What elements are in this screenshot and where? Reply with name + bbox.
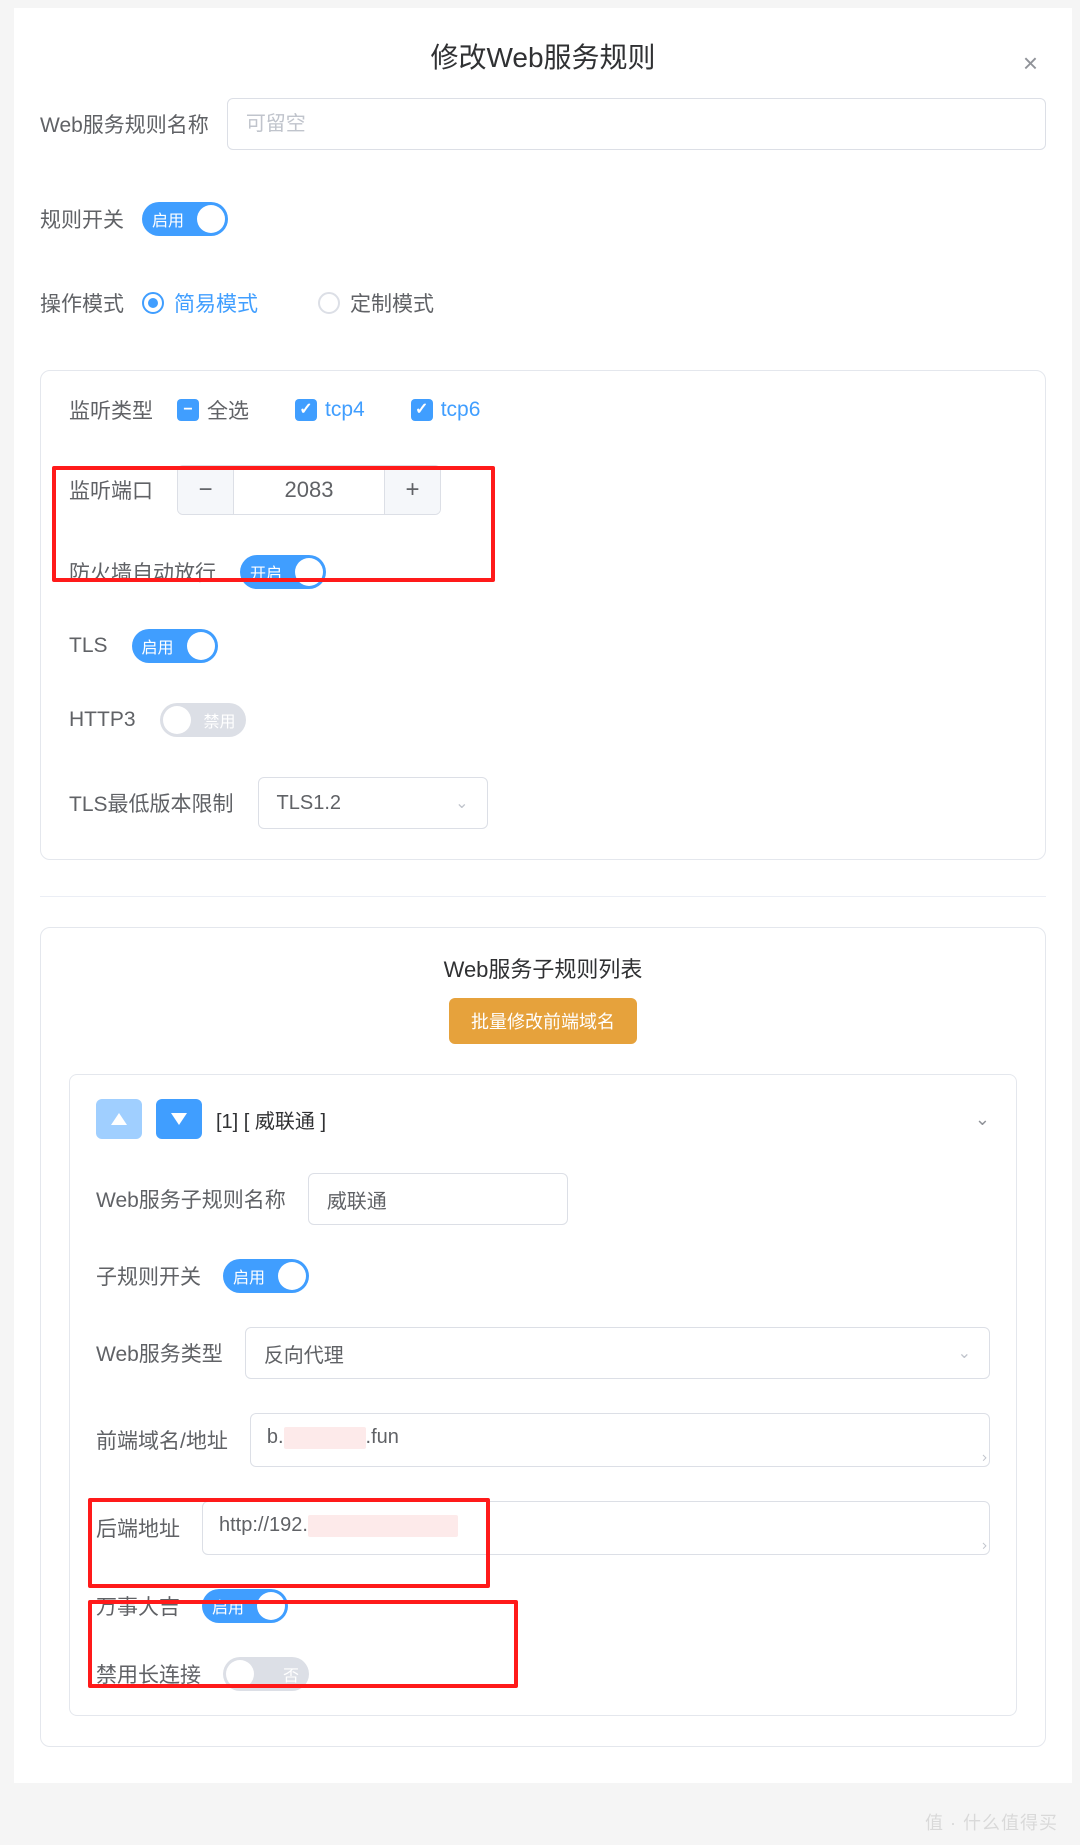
watermark: 值 · 什么值得买 — [925, 1809, 1058, 1835]
all-good-toggle[interactable]: 启用 — [202, 1589, 288, 1623]
listen-type-row: 监听类型 全选 tcp4 tcp6 — [69, 395, 1017, 425]
sub-rule-panel: Web服务子规则列表 批量修改前端域名 [1] [ 威联通 ] ⌄ Web服务子… — [40, 927, 1046, 1747]
rule-name-label: Web服务规则名称 — [40, 109, 209, 139]
redaction — [284, 1427, 366, 1449]
port-decrement-button[interactable]: − — [178, 466, 234, 514]
http3-label: HTTP3 — [69, 708, 136, 732]
all-good-label: 万事大吉 — [96, 1591, 180, 1621]
tls-toggle[interactable]: 启用 — [132, 629, 218, 663]
tls-min-select[interactable]: TLS1.2 ⌄ — [258, 777, 488, 829]
port-stepper: − + — [177, 465, 441, 515]
firewall-toggle[interactable]: 开启 — [240, 555, 326, 589]
move-down-button[interactable] — [156, 1099, 202, 1139]
sub-name-input[interactable] — [308, 1173, 568, 1225]
frontend-domain-row: 前端域名/地址 b..fun ⌟ — [96, 1413, 990, 1467]
frontend-domain-input[interactable]: b..fun ⌟ — [250, 1413, 990, 1467]
tls-min-row: TLS最低版本限制 TLS1.2 ⌄ — [69, 777, 1017, 829]
mode-simple-radio[interactable]: 简易模式 — [142, 288, 258, 318]
resize-handle-icon[interactable]: ⌟ — [973, 1447, 990, 1464]
port-increment-button[interactable]: + — [384, 466, 440, 514]
tcp4-checkbox[interactable]: tcp4 — [295, 398, 365, 422]
backend-address-input[interactable]: http://192. ⌟ — [202, 1501, 990, 1555]
tls-min-label: TLS最低版本限制 — [69, 788, 234, 818]
sub-name-label: Web服务子规则名称 — [96, 1184, 286, 1214]
sub-name-row: Web服务子规则名称 — [96, 1173, 990, 1225]
sub-rule-list-title: Web服务子规则列表 — [69, 952, 1017, 984]
rule-name-row: Web服务规则名称 — [40, 98, 1046, 150]
select-all-checkbox[interactable]: 全选 — [177, 395, 249, 425]
disable-keepalive-toggle[interactable]: 否 — [223, 1657, 309, 1691]
http3-row: HTTP3 禁用 — [69, 703, 1017, 737]
divider — [40, 896, 1046, 897]
modal: 修改Web服务规则 × Web服务规则名称 规则开关 启用 操作模式 简易模式 — [14, 8, 1072, 1783]
collapse-icon[interactable]: ⌄ — [975, 1109, 990, 1130]
listen-port-label: 监听端口 — [69, 475, 153, 505]
mode-custom-radio[interactable]: 定制模式 — [318, 288, 434, 318]
move-up-button[interactable] — [96, 1099, 142, 1139]
batch-edit-domain-button[interactable]: 批量修改前端域名 — [449, 998, 637, 1044]
disable-keepalive-label: 禁用长连接 — [96, 1659, 201, 1689]
chevron-down-icon: ⌄ — [958, 1343, 971, 1363]
tls-row: TLS 启用 — [69, 629, 1017, 663]
sub-switch-toggle[interactable]: 启用 — [223, 1259, 309, 1293]
sub-switch-label: 子规则开关 — [96, 1261, 201, 1291]
chevron-down-icon: ⌄ — [455, 793, 468, 813]
close-icon[interactable]: × — [1023, 48, 1038, 79]
backend-address-label: 后端地址 — [96, 1513, 180, 1543]
service-type-select[interactable]: 反向代理 ⌄ — [245, 1327, 990, 1379]
service-type-label: Web服务类型 — [96, 1338, 223, 1368]
listen-type-label: 监听类型 — [69, 395, 153, 425]
tls-label: TLS — [69, 634, 108, 658]
sub-switch-row: 子规则开关 启用 — [96, 1259, 990, 1293]
rule-switch-row: 规则开关 启用 — [40, 202, 1046, 236]
sub-rule-header: Web服务子规则列表 批量修改前端域名 — [69, 952, 1017, 1074]
firewall-label: 防火墙自动放行 — [69, 557, 216, 587]
redaction — [308, 1515, 458, 1537]
tcp6-checkbox[interactable]: tcp6 — [411, 398, 481, 422]
rule-switch-label: 规则开关 — [40, 204, 124, 234]
listen-port-row: 监听端口 − + — [69, 465, 1017, 515]
rule-name-input[interactable] — [227, 98, 1046, 150]
firewall-row: 防火墙自动放行 开启 — [69, 555, 1017, 589]
all-good-row: 万事大吉 启用 — [96, 1589, 990, 1623]
rule-switch-toggle[interactable]: 启用 — [142, 202, 228, 236]
frontend-domain-label: 前端域名/地址 — [96, 1425, 228, 1455]
backend-address-row: 后端地址 http://192. ⌟ — [96, 1501, 990, 1555]
mode-row: 操作模式 简易模式 定制模式 — [40, 288, 1046, 318]
listen-panel: 监听类型 全选 tcp4 tcp6 监听端口 − — [40, 370, 1046, 860]
mode-label: 操作模式 — [40, 288, 124, 318]
modal-title-bar: 修改Web服务规则 × — [14, 8, 1072, 98]
sub-rule-item: [1] [ 威联通 ] ⌄ Web服务子规则名称 子规则开关 启用 Web服务类… — [69, 1074, 1017, 1716]
sub-rule-item-title: [1] [ 威联通 ] — [216, 1105, 326, 1134]
sub-rule-item-header: [1] [ 威联通 ] ⌄ — [96, 1099, 990, 1139]
service-type-row: Web服务类型 反向代理 ⌄ — [96, 1327, 990, 1379]
http3-toggle[interactable]: 禁用 — [160, 703, 246, 737]
resize-handle-icon[interactable]: ⌟ — [973, 1535, 990, 1552]
modal-title: 修改Web服务规则 — [430, 42, 655, 73]
port-input[interactable] — [234, 466, 384, 514]
disable-keepalive-row: 禁用长连接 否 — [96, 1657, 990, 1691]
